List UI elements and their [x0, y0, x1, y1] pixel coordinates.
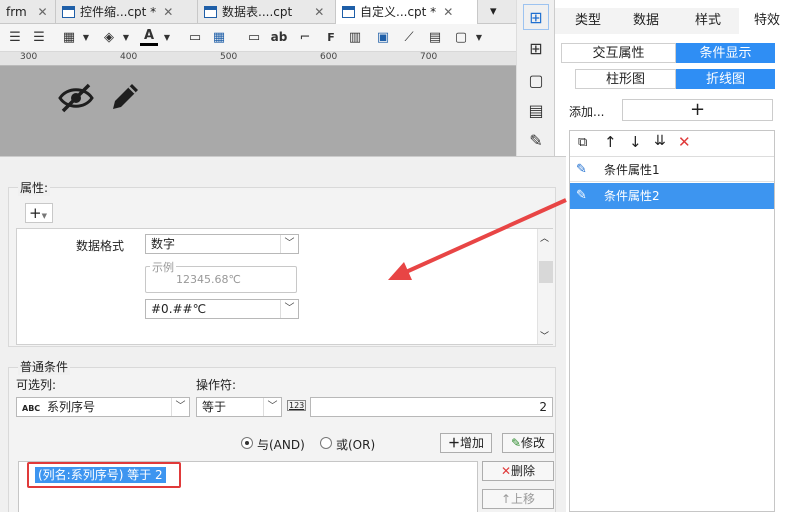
annotation-arrow [388, 198, 567, 280]
